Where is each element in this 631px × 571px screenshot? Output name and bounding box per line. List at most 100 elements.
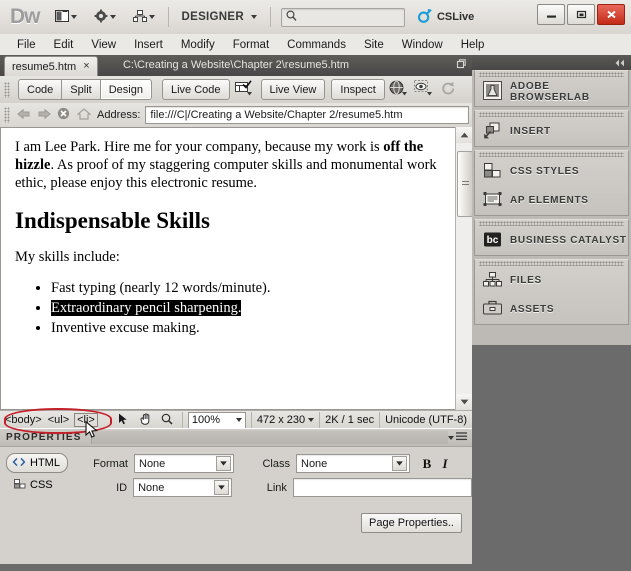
close-icon[interactable]: ×: [83, 61, 89, 72]
browserlab-icon: [483, 80, 502, 103]
panel-insert[interactable]: INSERT: [475, 117, 628, 146]
chevron-up-icon: [460, 129, 469, 141]
zoom-level-select[interactable]: 100%: [187, 411, 246, 429]
cslive-button[interactable]: CSLive: [417, 8, 474, 27]
list-item[interactable]: Fast typing (nearly 12 words/minute).: [51, 278, 442, 298]
properties-options-menu[interactable]: [448, 431, 472, 444]
select-tool-button[interactable]: [114, 412, 133, 428]
class-select[interactable]: None: [296, 454, 410, 473]
panel-assets[interactable]: ASSETS: [475, 295, 628, 324]
vertical-scrollbar[interactable]: [455, 127, 473, 410]
addressbar-gripper[interactable]: [4, 107, 10, 123]
panel-label: CSS STYLES: [510, 166, 580, 177]
scroll-up-button[interactable]: [456, 127, 472, 143]
zoom-tool-button[interactable]: [158, 412, 177, 428]
workspace-label: DESIGNER: [181, 11, 244, 23]
scroll-down-button[interactable]: [456, 394, 472, 410]
format-value: None: [139, 457, 166, 470]
mouse-cursor-icon: [85, 420, 100, 443]
web-page-content[interactable]: I am Lee Park. Hire me for your company,…: [1, 128, 456, 409]
refresh-button[interactable]: [438, 80, 460, 100]
forward-button[interactable]: [34, 106, 53, 125]
design-canvas: I am Lee Park. Hire me for your company,…: [0, 127, 473, 410]
stop-button[interactable]: [54, 106, 73, 125]
title-bar: Dw DESIGNER CSLive: [0, 0, 631, 35]
menu-edit[interactable]: Edit: [45, 37, 83, 53]
back-button[interactable]: [14, 106, 33, 125]
ap-elements-icon: [483, 190, 502, 212]
menu-modify[interactable]: Modify: [172, 37, 224, 53]
live-code-button[interactable]: Live Code: [161, 79, 230, 100]
hand-tool-icon: [139, 412, 152, 428]
tag-ul[interactable]: <ul>: [47, 414, 70, 426]
css-mode-button[interactable]: CSS: [6, 476, 68, 494]
class-label: Class: [262, 457, 290, 470]
list-item[interactable]: Inventive excuse making.: [51, 318, 442, 338]
panel-group-browserlab: ADOBE BROWSERLAB: [474, 70, 629, 107]
menu-site[interactable]: Site: [355, 37, 393, 53]
property-mode-switch: HTML CSS: [6, 453, 68, 494]
search-input[interactable]: [280, 7, 405, 27]
design-view-button[interactable]: Design: [99, 79, 152, 100]
status-bar-right: 100% 472 x 230 2K / 1 sec Unicode (UTF-8…: [109, 411, 472, 429]
panel-ap-elements[interactable]: AP ELEMENTS: [475, 186, 628, 215]
address-input[interactable]: file:///C|/Creating a Website/Chapter 2/…: [145, 106, 469, 124]
hand-tool-button[interactable]: [136, 412, 155, 428]
menu-window[interactable]: Window: [393, 37, 452, 53]
id-select[interactable]: None: [133, 478, 232, 497]
scrollbar-thumb[interactable]: [457, 151, 473, 217]
format-select[interactable]: None: [134, 454, 234, 473]
dock-empty-area: [472, 345, 631, 508]
panel-group-css: CSS STYLES AP ELEMENTS: [474, 150, 629, 216]
properties-tab-well: [91, 431, 448, 444]
collapse-to-icons-icon[interactable]: [614, 59, 626, 67]
panel-css-styles[interactable]: CSS STYLES: [475, 157, 628, 186]
panel-business-catalyst[interactable]: bc BUSINESS CATALYST: [475, 226, 628, 255]
bold-button[interactable]: B: [418, 456, 436, 472]
titlebar-divider: [167, 7, 169, 27]
italic-button[interactable]: I: [436, 456, 454, 472]
layout-switcher-button[interactable]: [52, 8, 80, 27]
inspect-button[interactable]: Inspect: [331, 79, 385, 100]
panel-adobe-browserlab[interactable]: ADOBE BROWSERLAB: [475, 77, 628, 106]
preview-in-browser-button[interactable]: [388, 80, 410, 100]
minimize-button[interactable]: [537, 4, 565, 25]
list-item[interactable]: Extraordinary pencil sharpening.: [51, 298, 442, 318]
panel-label: INSERT: [510, 126, 551, 137]
menu-file[interactable]: File: [8, 37, 45, 53]
site-manager-button[interactable]: [130, 8, 158, 27]
document-tab-resume5[interactable]: resume5.htm ×: [4, 56, 98, 76]
business-catalyst-icon: bc: [483, 230, 502, 252]
restore-button[interactable]: [567, 4, 595, 25]
cslive-icon: [417, 8, 433, 27]
workspace-switcher[interactable]: DESIGNER: [179, 9, 260, 25]
extend-button[interactable]: [91, 7, 119, 28]
code-view-button[interactable]: Code: [18, 79, 62, 100]
html-mode-button[interactable]: HTML: [6, 453, 68, 473]
page-properties-button[interactable]: Page Properties..: [361, 513, 462, 533]
tag-body[interactable]: <body>: [4, 414, 43, 426]
window-size-cell[interactable]: 472 x 230: [250, 412, 319, 428]
assets-icon: [483, 299, 502, 321]
home-button[interactable]: [74, 106, 93, 125]
titlebar-divider-2: [269, 7, 271, 27]
menu-commands[interactable]: Commands: [278, 37, 355, 53]
visual-aids-button[interactable]: [413, 80, 435, 100]
menu-view[interactable]: View: [82, 37, 125, 53]
close-button[interactable]: [597, 4, 625, 25]
link-input[interactable]: [292, 478, 472, 497]
panel-files[interactable]: FILES: [475, 266, 628, 295]
css-styles-icon: [14, 478, 26, 492]
menu-help[interactable]: Help: [452, 37, 494, 53]
menu-bar: File Edit View Insert Modify Format Comm…: [0, 34, 631, 56]
restore-down-icon[interactable]: [455, 59, 466, 72]
live-code-settings-button[interactable]: [233, 80, 255, 100]
document-tab-label: resume5.htm: [12, 60, 77, 73]
menu-format[interactable]: Format: [224, 37, 278, 53]
menu-insert[interactable]: Insert: [125, 37, 172, 53]
toolbar-gripper[interactable]: [4, 81, 10, 98]
css-styles-icon: [483, 161, 502, 183]
live-view-button[interactable]: Live View: [260, 79, 326, 100]
zoom-level-cell: 100%: [181, 411, 251, 429]
split-view-button[interactable]: Split: [61, 79, 100, 100]
